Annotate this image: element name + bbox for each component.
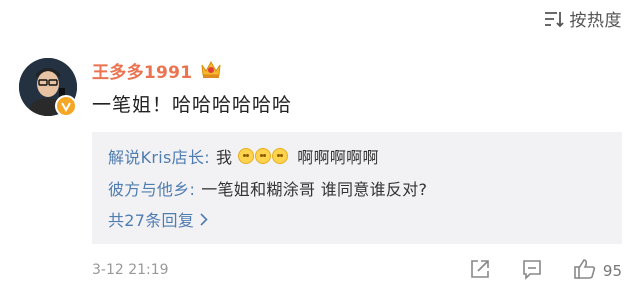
like-icon — [573, 258, 597, 284]
crown-badge-icon — [200, 59, 222, 83]
reply-item[interactable]: 解说Kris店长: 我 啊啊啊啊啊 — [108, 144, 379, 168]
reply-item[interactable]: 彼方与他乡: 一笔姐和糊涂哥 谁同意谁反对? — [108, 176, 427, 200]
sort-icon — [544, 10, 564, 28]
comment-username[interactable]: 王多多1991 — [92, 58, 192, 83]
sort-toggle[interactable]: 按热度 — [544, 6, 623, 31]
reply-username[interactable]: 解说Kris店长: — [108, 144, 210, 168]
emoji-icon — [272, 148, 289, 164]
sort-label: 按热度 — [569, 11, 622, 31]
verified-badge-icon — [55, 95, 77, 117]
reply-username[interactable]: 彼方与他乡: — [108, 176, 195, 200]
like-button[interactable]: 95 — [573, 258, 622, 284]
reply-button[interactable] — [521, 258, 543, 284]
reply-text-before: 我 — [215, 148, 233, 167]
more-replies-label: 共27条回复 — [108, 211, 195, 230]
comment-icon — [521, 258, 543, 284]
more-replies-link[interactable]: 共27条回复 — [108, 207, 208, 231]
emoji-icon — [238, 148, 255, 164]
share-icon — [469, 258, 491, 284]
comment-timestamp: 3-12 21:19 — [92, 262, 169, 278]
emoji-icon — [255, 148, 272, 164]
like-count: 95 — [602, 262, 622, 280]
reply-text-after: 啊啊啊啊啊 — [297, 148, 379, 167]
reply-text: 一笔姐和糊涂哥 谁同意谁反对? — [201, 180, 428, 199]
share-button[interactable] — [469, 258, 491, 284]
chevron-right-icon — [200, 212, 208, 226]
reply-box: 解说Kris店长: 我 啊啊啊啊啊 彼方与他乡: 一笔姐和糊涂哥 谁同意谁反对?… — [92, 132, 622, 244]
comment-text: 一笔姐！哈哈哈哈哈哈 — [92, 94, 293, 116]
